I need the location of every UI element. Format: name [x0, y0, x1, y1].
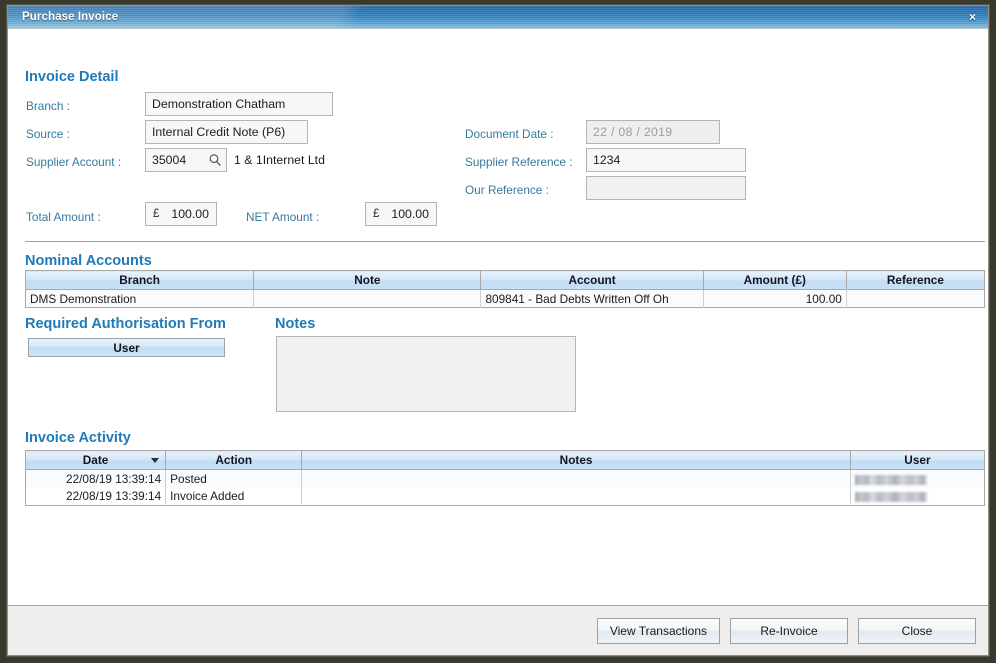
notes-input[interactable] — [276, 336, 576, 412]
cell-note — [253, 289, 482, 308]
total-amount-label: Total Amount : — [26, 210, 101, 224]
window-content: Invoice Detail Branch : Demonstration Ch… — [8, 29, 988, 605]
total-amount-value: 100.00 — [171, 207, 209, 221]
sort-descending-icon — [151, 458, 160, 463]
supplier-reference-label: Supplier Reference : — [465, 155, 573, 169]
column-header-user[interactable]: User — [850, 450, 985, 470]
supplier-name-text: 1 & 1Internet Ltd — [234, 153, 325, 167]
total-amount-currency: £ — [153, 208, 160, 220]
view-transactions-button[interactable]: View Transactions — [596, 617, 720, 644]
authorisation-user-column-header[interactable]: User — [28, 338, 225, 357]
source-label: Source : — [26, 127, 70, 141]
column-header-amount[interactable]: Amount (£) — [703, 270, 847, 290]
our-reference-label: Our Reference : — [465, 183, 549, 197]
cell-branch: DMS Demonstration — [25, 289, 255, 308]
purchase-invoice-window: Purchase Invoice × Invoice Detail Branch… — [7, 5, 989, 656]
invoice-activity-header-row: Date Action Notes User — [25, 450, 985, 470]
column-header-date[interactable]: Date — [25, 450, 167, 470]
screenshot-root: Purchase Invoice × Invoice Detail Branch… — [0, 0, 996, 663]
column-header-branch[interactable]: Branch — [25, 270, 255, 290]
net-amount-value: 100.00 — [391, 207, 429, 221]
nominal-accounts-header-row: Branch Note Account Amount (£) Reference — [25, 270, 985, 290]
cell-reference — [846, 289, 985, 308]
our-reference-field[interactable] — [586, 176, 746, 200]
required-authorisation-heading: Required Authorisation From — [25, 316, 226, 332]
column-header-action[interactable]: Action — [165, 450, 303, 470]
nominal-accounts-heading: Nominal Accounts — [25, 253, 152, 269]
cell-user — [850, 469, 985, 488]
branch-label: Branch : — [26, 99, 70, 113]
window-title: Purchase Invoice — [22, 11, 119, 23]
branch-field[interactable]: Demonstration Chatham — [145, 92, 333, 116]
table-row[interactable]: 22/08/19 13:39:14 Invoice Added — [25, 487, 985, 506]
supplier-account-label: Supplier Account : — [26, 155, 122, 169]
column-header-notes[interactable]: Notes — [301, 450, 851, 470]
column-header-reference[interactable]: Reference — [846, 270, 985, 290]
document-date-label: Document Date : — [465, 127, 554, 141]
cell-date: 22/08/19 13:39:14 — [25, 469, 167, 488]
net-amount-label: NET Amount : — [246, 210, 320, 224]
cell-date: 22/08/19 13:39:14 — [25, 487, 167, 506]
column-header-date-label: Date — [82, 453, 109, 467]
net-amount-field[interactable]: £ 100.00 — [365, 202, 437, 226]
close-button[interactable]: Close — [858, 617, 976, 644]
notes-heading: Notes — [275, 316, 316, 332]
close-icon[interactable]: × — [969, 11, 976, 23]
invoice-activity-grid: Date Action Notes User 22/08/19 13:39:14… — [25, 450, 985, 506]
search-icon[interactable] — [208, 153, 222, 167]
invoice-activity-heading: Invoice Activity — [25, 430, 131, 446]
redacted-user-name — [854, 492, 927, 503]
net-amount-currency: £ — [373, 208, 380, 220]
cell-user — [850, 487, 985, 506]
section-divider — [25, 241, 985, 242]
cell-notes — [301, 469, 851, 488]
cell-action: Posted — [165, 469, 303, 488]
cell-notes — [301, 487, 851, 506]
total-amount-field[interactable]: £ 100.00 — [145, 202, 217, 226]
re-invoice-button[interactable]: Re-Invoice — [730, 617, 848, 644]
cell-amount: 100.00 — [703, 289, 847, 308]
column-header-note[interactable]: Note — [253, 270, 482, 290]
nominal-accounts-grid: Branch Note Account Amount (£) Reference… — [25, 270, 985, 308]
redacted-user-name — [854, 474, 927, 485]
window-titlebar: Purchase Invoice × — [8, 6, 988, 29]
cell-action: Invoice Added — [165, 487, 303, 506]
document-date-field[interactable]: 22 / 08 / 2019 — [586, 120, 720, 144]
cell-account: 809841 - Bad Debts Written Off Oh — [480, 289, 704, 308]
table-row[interactable]: DMS Demonstration 809841 - Bad Debts Wri… — [25, 289, 985, 308]
table-row[interactable]: 22/08/19 13:39:14 Posted — [25, 469, 985, 488]
supplier-reference-field[interactable]: 1234 — [586, 148, 746, 172]
window-footer: View Transactions Re-Invoice Close — [8, 605, 988, 655]
source-field[interactable]: Internal Credit Note (P6) — [145, 120, 308, 144]
column-header-account[interactable]: Account — [480, 270, 704, 290]
invoice-detail-heading: Invoice Detail — [25, 69, 119, 85]
